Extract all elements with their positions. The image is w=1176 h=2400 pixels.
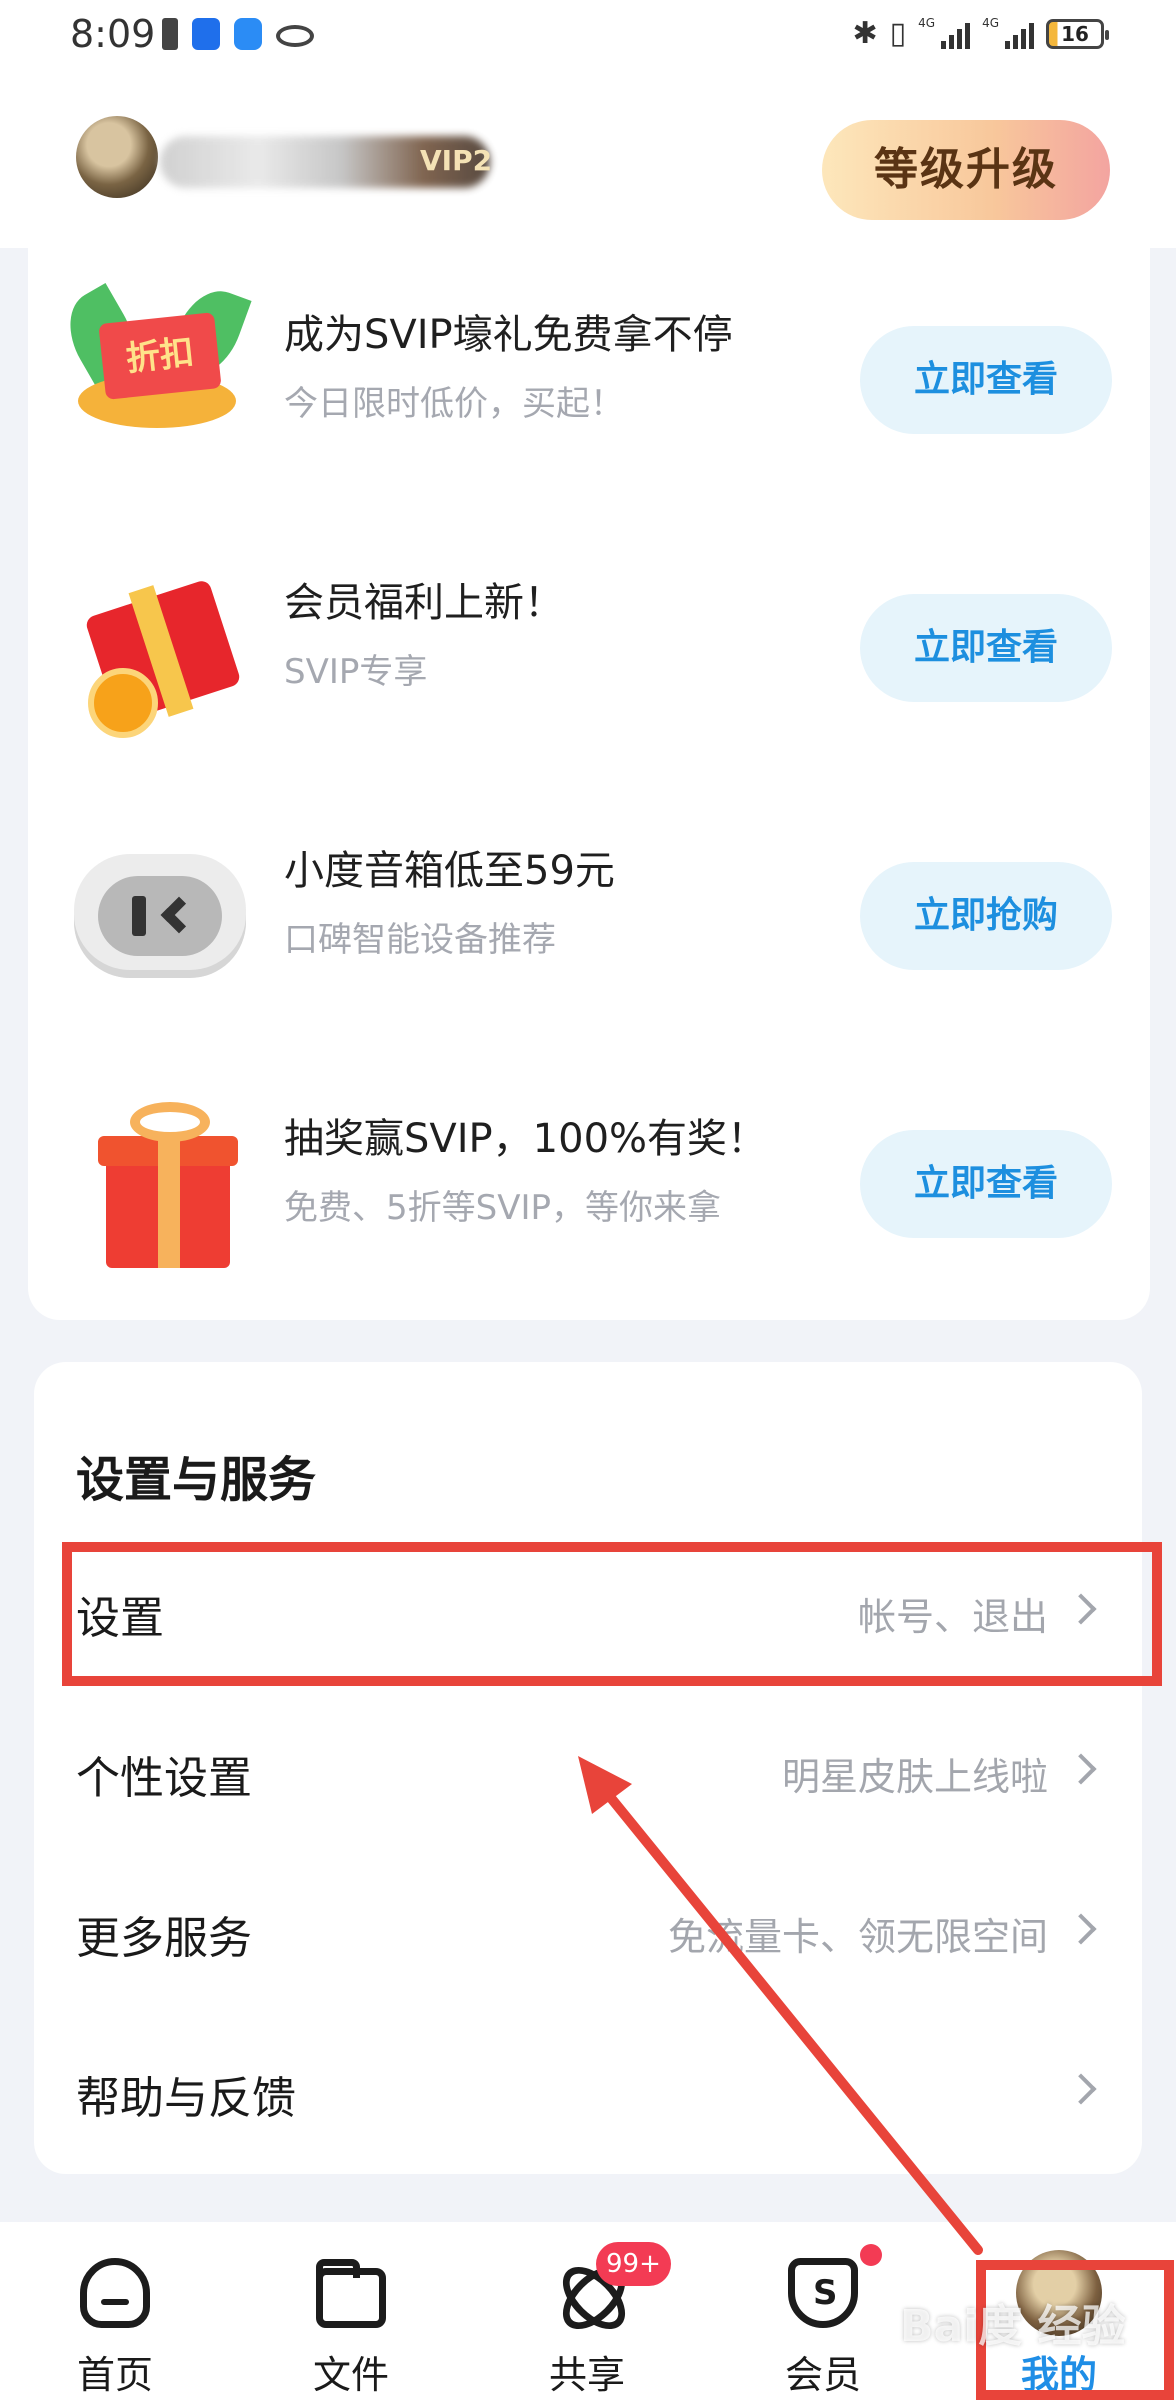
- chevron-right-icon: [1065, 2073, 1097, 2105]
- discount-icon: 折扣: [53, 280, 252, 468]
- row-label: 个性设置: [76, 1753, 252, 1804]
- more-services-row[interactable]: 更多服务 免流量卡、领无限空间: [34, 1854, 1142, 2014]
- promo-title: 抽奖赢SVIP，100%有奖！: [284, 1116, 768, 1162]
- row-label: 更多服务: [76, 1913, 252, 1964]
- home-cloud-icon: [80, 2258, 150, 2328]
- notification-badge: 99+: [596, 2242, 671, 2286]
- network-type-icon: 4G: [918, 16, 936, 30]
- row-hint: 帐号、退出: [857, 1595, 1048, 1639]
- row-label: 帮助与反馈: [76, 2073, 296, 2124]
- promo-item[interactable]: 抽奖赢SVIP，100%有奖！ 免费、5折等SVIP，等你来拿 立即查看: [28, 1052, 1150, 1292]
- nav-label: 首页: [76, 2353, 153, 2397]
- promo-subtitle: 今日限时低价，买起！: [284, 384, 624, 424]
- smart-speaker-icon: [68, 824, 248, 1004]
- status-time: 8:09: [70, 12, 156, 56]
- promo-subtitle: SVIP专享: [284, 652, 428, 692]
- buy-now-button[interactable]: 立即抢购: [860, 862, 1112, 970]
- promo-item[interactable]: 会员福利上新！ SVIP专享 立即查看: [28, 516, 1150, 756]
- promo-subtitle: 免费、5折等SVIP，等你来拿: [284, 1188, 722, 1228]
- settings-row[interactable]: 设置 帐号、退出: [34, 1534, 1142, 1694]
- vip-level-tag: VIP2: [420, 144, 493, 177]
- system-icons: ✱ ▯ 4G 4G 16: [852, 16, 1109, 51]
- battery-icon: 16: [1046, 18, 1109, 49]
- view-now-button[interactable]: 立即查看: [860, 1130, 1112, 1238]
- signal-icon: [941, 19, 971, 49]
- upgrade-level-button[interactable]: 等级升级: [822, 120, 1110, 220]
- view-now-button[interactable]: 立即查看: [860, 326, 1112, 434]
- profile-header: VIP2 等级升级: [0, 70, 1176, 248]
- diamond-letter: S: [813, 2273, 838, 2313]
- promo-title: 小度音箱低至59元: [284, 848, 615, 894]
- view-now-button[interactable]: 立即查看: [860, 594, 1112, 702]
- row-hint: 免流量卡、领无限空间: [667, 1915, 1048, 1959]
- discount-tag-text: 折扣: [98, 312, 222, 400]
- chevron-right-icon: [1065, 1753, 1097, 1785]
- nav-label: 共享: [548, 2353, 625, 2397]
- promo-list: 折扣 成为SVIP壕礼免费拿不停 今日限时低价，买起！ 立即查看 会员福利上新！…: [28, 248, 1150, 1320]
- gift-icon: [68, 1092, 248, 1272]
- status-bar: 8:09 ✱ ▯ 4G 4G 16: [0, 0, 1176, 70]
- promo-subtitle: 口碑智能设备推荐: [284, 920, 556, 960]
- alert-icon: [162, 18, 178, 50]
- chevron-right-icon: [1065, 1913, 1097, 1945]
- app-notification-icon: [192, 18, 220, 50]
- row-hint: 明星皮肤上线啦: [781, 1755, 1048, 1799]
- signal-icon-2: [1005, 19, 1034, 49]
- help-feedback-row[interactable]: 帮助与反馈: [34, 2014, 1142, 2174]
- network-type-icon-2: 4G: [982, 16, 999, 30]
- red-dot-indicator: [860, 2244, 882, 2266]
- vibrate-icon: ▯: [889, 16, 907, 51]
- promo-title: 会员福利上新！: [284, 580, 564, 626]
- cloud-notification-icon: [234, 18, 262, 50]
- promo-item[interactable]: 折扣 成为SVIP壕礼免费拿不停 今日限时低价，买起！ 立即查看: [28, 248, 1150, 488]
- bluetooth-icon: ✱: [852, 16, 878, 51]
- diamond-icon: S: [788, 2258, 858, 2328]
- nav-share[interactable]: 99+ 共享: [512, 2222, 671, 2400]
- promo-item[interactable]: 小度音箱低至59元 口碑智能设备推荐 立即抢购: [28, 784, 1150, 1024]
- personalization-row[interactable]: 个性设置 明星皮肤上线啦: [34, 1694, 1142, 1854]
- nav-files[interactable]: 文件: [276, 2222, 426, 2400]
- settings-services-card: 设置与服务 设置 帐号、退出 个性设置 明星皮肤上线啦 更多服务 免流量卡、领无…: [34, 1362, 1142, 2174]
- folder-icon: [316, 2259, 386, 2328]
- promo-title: 成为SVIP壕礼免费拿不停: [284, 312, 733, 358]
- eye-icon: [276, 25, 314, 47]
- nav-home[interactable]: 首页: [40, 2222, 190, 2400]
- section-title: 设置与服务: [76, 1452, 317, 1508]
- notification-icons: [162, 18, 314, 50]
- nav-label: 会员: [784, 2353, 861, 2397]
- chevron-right-icon: [1065, 1593, 1097, 1625]
- nav-label: 文件: [312, 2353, 389, 2397]
- avatar[interactable]: [76, 116, 158, 198]
- watermark: Bai度 经验: [900, 2301, 1126, 2352]
- nav-membership[interactable]: S 会员: [748, 2222, 898, 2400]
- gift-box-icon: [68, 556, 248, 738]
- row-label: 设置: [76, 1593, 164, 1644]
